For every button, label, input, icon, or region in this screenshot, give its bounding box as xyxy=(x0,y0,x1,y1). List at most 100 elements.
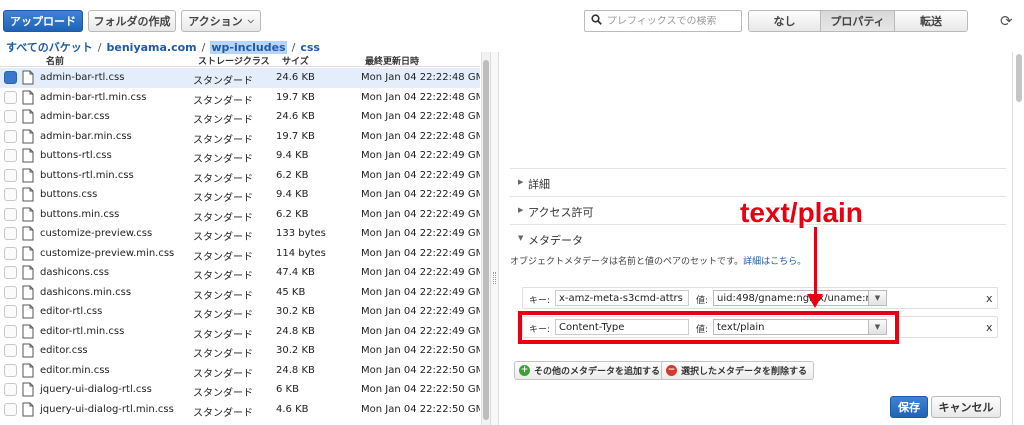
panel-scrollbar[interactable] xyxy=(1012,52,1024,425)
file-list-scrollbar[interactable] xyxy=(481,52,490,425)
file-name[interactable]: editor.min.css xyxy=(40,365,110,376)
remove-metadata-button[interactable]: x xyxy=(986,321,993,334)
file-name[interactable]: admin-bar.min.css xyxy=(40,131,132,142)
add-metadata-button[interactable]: + その他のメタデータを追加する xyxy=(514,361,668,380)
upload-button[interactable]: アップロード xyxy=(3,10,83,32)
search-box[interactable] xyxy=(584,10,742,32)
file-name[interactable]: customize-preview.min.css xyxy=(40,248,174,259)
delete-metadata-button[interactable]: − 選択したメタデータを削除する xyxy=(661,361,815,380)
table-row[interactable]: admin-bar-rtl.min.css スタンダード 19.7 KB Mon Ja… xyxy=(0,88,480,108)
column-header-last-modified[interactable]: 最終更新日時 xyxy=(365,54,419,67)
row-checkbox[interactable] xyxy=(4,402,17,416)
section-details-label: 詳細 xyxy=(528,178,550,191)
row-checkbox[interactable] xyxy=(4,149,17,162)
file-icon xyxy=(22,168,34,186)
table-row[interactable]: buttons.min.css スタンダード 6.2 KB Mon Jan 04 22… xyxy=(0,205,480,225)
row-checkbox[interactable] xyxy=(4,129,17,143)
save-button[interactable]: 保存 xyxy=(890,396,928,418)
file-name[interactable]: jquery-ui-dialog-rtl.css xyxy=(40,384,152,395)
column-header-storage-class[interactable]: ストレージクラス xyxy=(198,54,270,67)
table-row[interactable]: customize-preview.min.css スタンダード 114 bytes… xyxy=(0,244,480,264)
row-checkbox[interactable] xyxy=(4,227,17,240)
file-icon xyxy=(22,90,34,108)
section-permissions-label: アクセス許可 xyxy=(528,206,594,219)
file-size: 45 KB xyxy=(276,286,306,298)
file-name[interactable]: editor-rtl.min.css xyxy=(40,326,124,337)
row-checkbox[interactable] xyxy=(4,285,17,299)
row-checkbox[interactable] xyxy=(4,90,17,104)
scrollbar-thumb[interactable] xyxy=(1016,54,1022,102)
metadata-key-input[interactable] xyxy=(555,290,689,306)
chevron-down-icon[interactable]: ▼ xyxy=(868,291,886,305)
file-size: 47.4 KB xyxy=(276,267,315,278)
file-table-header: 名前 ストレージクラス サイズ 最終更新日時 xyxy=(0,52,480,67)
scrollbar-thumb[interactable] xyxy=(483,60,489,420)
view-toggle: なし プロパティ 転送 xyxy=(748,10,968,32)
view-transfers-button[interactable]: 転送 xyxy=(895,11,967,31)
row-checkbox[interactable] xyxy=(4,344,17,357)
file-name[interactable]: buttons.css xyxy=(40,189,97,200)
row-checkbox[interactable] xyxy=(4,71,17,84)
file-icon xyxy=(22,129,34,147)
table-row[interactable]: customize-preview.css スタンダード 133 bytes Mon … xyxy=(0,224,480,244)
actions-dropdown[interactable]: アクション ⌵ xyxy=(181,10,261,32)
file-size: 24.6 KB xyxy=(276,72,315,83)
row-checkbox[interactable] xyxy=(4,324,17,338)
table-row[interactable]: jquery-ui-dialog-rtl.min.css スタンダード 4.6 KB… xyxy=(0,400,480,420)
file-icon xyxy=(22,226,34,244)
table-row[interactable]: editor-rtl.css スタンダード 30.2 KB Mon Jan 04 22… xyxy=(0,302,480,322)
file-size: 6 KB xyxy=(276,384,299,395)
refresh-icon[interactable]: ⟳ xyxy=(1000,12,1013,30)
file-name[interactable]: buttons-rtl.min.css xyxy=(40,170,134,181)
last-modified: Mon Jan 04 22:22:50 GMT+900 xyxy=(361,364,480,376)
file-size: 24.8 KB xyxy=(276,325,315,337)
file-name[interactable]: customize-preview.css xyxy=(40,228,152,239)
file-icon xyxy=(22,382,34,400)
row-checkbox[interactable] xyxy=(4,207,17,221)
table-row[interactable]: dashicons.min.css スタンダード 45 KB Mon Jan 04 2… xyxy=(0,283,480,303)
row-checkbox[interactable] xyxy=(4,168,17,182)
table-row[interactable]: admin-bar-rtl.css スタンダード 24.6 KB Mon Jan 04… xyxy=(0,68,480,88)
remove-metadata-button[interactable]: x xyxy=(986,292,993,305)
table-row[interactable]: admin-bar.min.css スタンダード 19.7 KB Mon Jan 04… xyxy=(0,127,480,147)
table-row[interactable]: editor.css スタンダード 30.2 KB Mon Jan 04 22:22:… xyxy=(0,341,480,361)
table-row[interactable]: buttons.css スタンダード 9.4 KB Mon Jan 04 22:22:… xyxy=(0,185,480,205)
metadata-details-link[interactable]: 詳細はこちら。 xyxy=(743,257,806,267)
row-checkbox[interactable] xyxy=(4,383,17,396)
file-name[interactable]: buttons-rtl.css xyxy=(40,150,112,161)
row-checkbox[interactable] xyxy=(4,110,17,123)
metadata-value-combobox[interactable]: uid:498/gname:nginx/uname:ng ▼ xyxy=(713,290,887,306)
view-none-button[interactable]: なし xyxy=(749,11,821,31)
view-properties-button[interactable]: プロパティ xyxy=(821,11,895,31)
pane-splitter[interactable] xyxy=(490,52,499,425)
column-header-name[interactable]: 名前 xyxy=(46,54,64,67)
row-checkbox[interactable] xyxy=(4,266,17,279)
table-row[interactable]: buttons-rtl.css スタンダード 9.4 KB Mon Jan 04 22… xyxy=(0,146,480,166)
file-name[interactable]: admin-bar.css xyxy=(40,111,110,122)
table-row[interactable]: admin-bar.css スタンダード 24.6 KB Mon Jan 04 22:… xyxy=(0,107,480,127)
file-name[interactable]: editor-rtl.css xyxy=(40,306,102,317)
table-row[interactable]: dashicons.css スタンダード 47.4 KB Mon Jan 04 22:… xyxy=(0,263,480,283)
cancel-button[interactable]: キャンセル xyxy=(931,396,1001,418)
file-name[interactable]: dashicons.css xyxy=(40,267,109,278)
search-input[interactable] xyxy=(607,15,737,27)
metadata-row: キー: 値: uid:498/gname:nginx/uname:ng ▼ xyxy=(522,287,998,309)
file-name[interactable]: admin-bar-rtl.min.css xyxy=(40,92,146,103)
section-details[interactable]: ▶ 詳細 xyxy=(510,168,1006,196)
table-row[interactable]: editor.min.css スタンダード 24.8 KB Mon Jan 04 22… xyxy=(0,361,480,381)
file-name[interactable]: admin-bar-rtl.css xyxy=(40,72,124,83)
row-checkbox[interactable] xyxy=(4,188,17,201)
column-header-size[interactable]: サイズ xyxy=(282,54,309,67)
table-row[interactable]: buttons-rtl.min.css スタンダード 6.2 KB Mon Jan 0… xyxy=(0,166,480,186)
file-name[interactable]: buttons.min.css xyxy=(40,209,119,220)
table-row[interactable]: jquery-ui-dialog-rtl.css スタンダード 6 KB Mon Ja… xyxy=(0,380,480,400)
file-name[interactable]: dashicons.min.css xyxy=(40,287,131,298)
row-checkbox[interactable] xyxy=(4,305,17,318)
create-folder-button[interactable]: フォルダの作成 xyxy=(88,10,176,32)
table-row[interactable]: editor-rtl.min.css スタンダード 24.8 KB Mon Jan 0… xyxy=(0,322,480,342)
row-checkbox[interactable] xyxy=(4,363,17,377)
row-checkbox[interactable] xyxy=(4,246,17,260)
file-name[interactable]: editor.css xyxy=(40,345,88,356)
last-modified: Mon Jan 04 22:22:49 GMT+900 xyxy=(361,189,480,200)
file-name[interactable]: jquery-ui-dialog-rtl.min.css xyxy=(40,404,174,415)
